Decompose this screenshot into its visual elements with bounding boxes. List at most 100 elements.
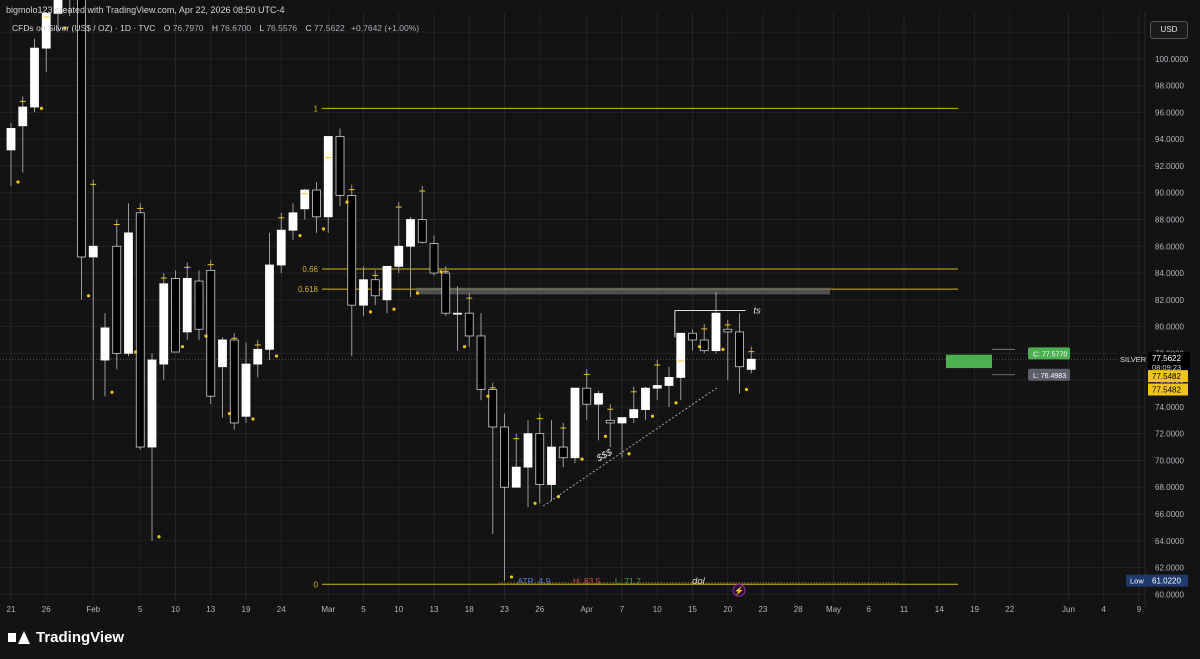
price-tick-label: 88.0000 xyxy=(1155,215,1184,224)
signal-dot xyxy=(627,452,631,456)
close-label: C xyxy=(305,23,312,33)
candle-body xyxy=(582,387,592,405)
candle-body xyxy=(488,389,498,428)
price-tick-label: 92.0000 xyxy=(1155,162,1184,171)
candle-body xyxy=(335,136,345,196)
signal-dot xyxy=(486,394,490,398)
candle-body xyxy=(570,387,580,459)
price-chart[interactable]: 1 0.66 0.618 0 $$$ ts dol ATR: 4.9 H: 83.5 L: 71… xyxy=(0,0,1200,659)
time-tick-label: 19 xyxy=(970,605,979,614)
candle-body xyxy=(605,419,615,424)
symbol-title: CFDs on Silver (US$ / OZ) · 1D · TVC xyxy=(12,23,156,33)
signal-dot xyxy=(227,412,232,416)
currency-button[interactable]: USD xyxy=(1150,21,1188,39)
time-tick-label: 9 xyxy=(1137,605,1142,614)
candle-body xyxy=(135,212,145,448)
signal-dot xyxy=(251,417,255,421)
time-tick-label: 13 xyxy=(430,605,439,614)
price-tick-label: 62.0000 xyxy=(1155,564,1184,573)
annotation-text: ts xyxy=(753,306,761,317)
fib-level-label: 1 xyxy=(314,104,319,113)
low-value: 76.5576 xyxy=(266,23,298,33)
price-tick-label: 98.0000 xyxy=(1155,82,1184,91)
candle-body xyxy=(370,279,380,297)
candle-body xyxy=(253,348,263,365)
candle-body xyxy=(664,377,674,386)
candle-body xyxy=(229,339,239,424)
time-tick-label: 10 xyxy=(653,605,662,614)
candle-body xyxy=(347,194,357,306)
signal-dot xyxy=(533,501,537,505)
candle-body xyxy=(735,331,744,368)
candle-body xyxy=(699,339,709,352)
symbol-legend[interactable]: CFDs on Silver (US$ / OZ) · 1D · TVC O 7… xyxy=(12,23,419,33)
brand-name: TradingView xyxy=(36,629,125,646)
signal-dot xyxy=(274,354,279,358)
candle-body xyxy=(500,426,509,488)
candle-body xyxy=(159,283,169,365)
candle-body xyxy=(453,312,462,315)
price-tick-label: 82.0000 xyxy=(1155,296,1184,305)
projection-box[interactable] xyxy=(946,354,992,369)
signal-dot xyxy=(392,307,396,311)
signal-dot xyxy=(697,345,702,349)
time-tick-label: 6 xyxy=(867,605,872,614)
time-tick-label: 22 xyxy=(1005,605,1014,614)
price-axis[interactable]: 60.0000 62.0000 64.0000 66.0000 68.0000 70.00… xyxy=(1144,12,1189,607)
candle-body xyxy=(124,232,133,354)
symbol-tag-label: SILVER xyxy=(1120,355,1147,364)
tradingview-logo[interactable]: TradingView xyxy=(8,629,124,646)
time-tick-label: 13 xyxy=(206,605,215,614)
footer-bar xyxy=(0,619,1200,659)
low-tag-label: Low xyxy=(1130,577,1144,586)
candle-body xyxy=(511,466,521,488)
candle-body xyxy=(558,446,568,459)
time-tick-label: 10 xyxy=(394,605,403,614)
candle-body xyxy=(218,339,227,368)
price-tick-label: 100.0000 xyxy=(1155,55,1189,64)
signal-dot xyxy=(133,350,138,354)
candle-body xyxy=(276,229,286,266)
signal-dot xyxy=(509,575,514,579)
price-tick-label: 80.0000 xyxy=(1155,323,1184,332)
annotation-text: H: 83.5 xyxy=(573,576,601,586)
candle-body xyxy=(746,358,756,370)
close-value: 77.5622 xyxy=(313,23,345,33)
candle-body xyxy=(6,128,16,151)
candle-body xyxy=(77,0,86,258)
time-tick-label: 23 xyxy=(500,605,509,614)
time-tick-label: 5 xyxy=(361,605,366,614)
high-label: H xyxy=(211,23,219,33)
signal-dot xyxy=(439,270,443,274)
signal-dot xyxy=(16,180,20,184)
fib-retracement[interactable]: 1 0.66 0.618 0 xyxy=(298,104,958,589)
candle-body xyxy=(629,409,639,419)
time-tick-label: May xyxy=(826,605,841,614)
time-tick-label: Feb xyxy=(86,605,100,614)
low-label: L xyxy=(259,23,264,33)
candle-body xyxy=(441,272,451,314)
candle-body xyxy=(171,277,180,353)
low-price-value: 61.0220 xyxy=(1152,577,1181,586)
candle-body xyxy=(523,433,533,468)
price-tick-label: 84.0000 xyxy=(1155,269,1184,278)
candle-body xyxy=(652,385,662,389)
price-tick-label: 94.0000 xyxy=(1155,135,1184,144)
price-tick-label: 74.0000 xyxy=(1155,403,1184,412)
high-value: 76.6700 xyxy=(220,23,252,33)
candle-body xyxy=(359,279,368,306)
signal-dot xyxy=(321,227,326,231)
signal-dot xyxy=(39,106,44,110)
candle-body xyxy=(312,189,321,218)
supply-zone[interactable] xyxy=(416,287,830,295)
time-tick-label: Jun xyxy=(1062,605,1075,614)
candle-body xyxy=(723,328,733,333)
time-axis[interactable]: 21 26 Feb 5 10 13 19 24 Mar 5 10 13 18 23 26 Apr 7 10 15 20… xyxy=(7,605,1142,614)
candle-body xyxy=(182,277,192,333)
time-tick-label: 21 xyxy=(7,605,16,614)
time-tick-label: Apr xyxy=(581,605,594,614)
signal-dot xyxy=(180,345,185,349)
time-tick-label: 4 xyxy=(1102,605,1107,614)
supply-zone-rect[interactable] xyxy=(416,287,830,295)
candle-body xyxy=(30,47,39,108)
